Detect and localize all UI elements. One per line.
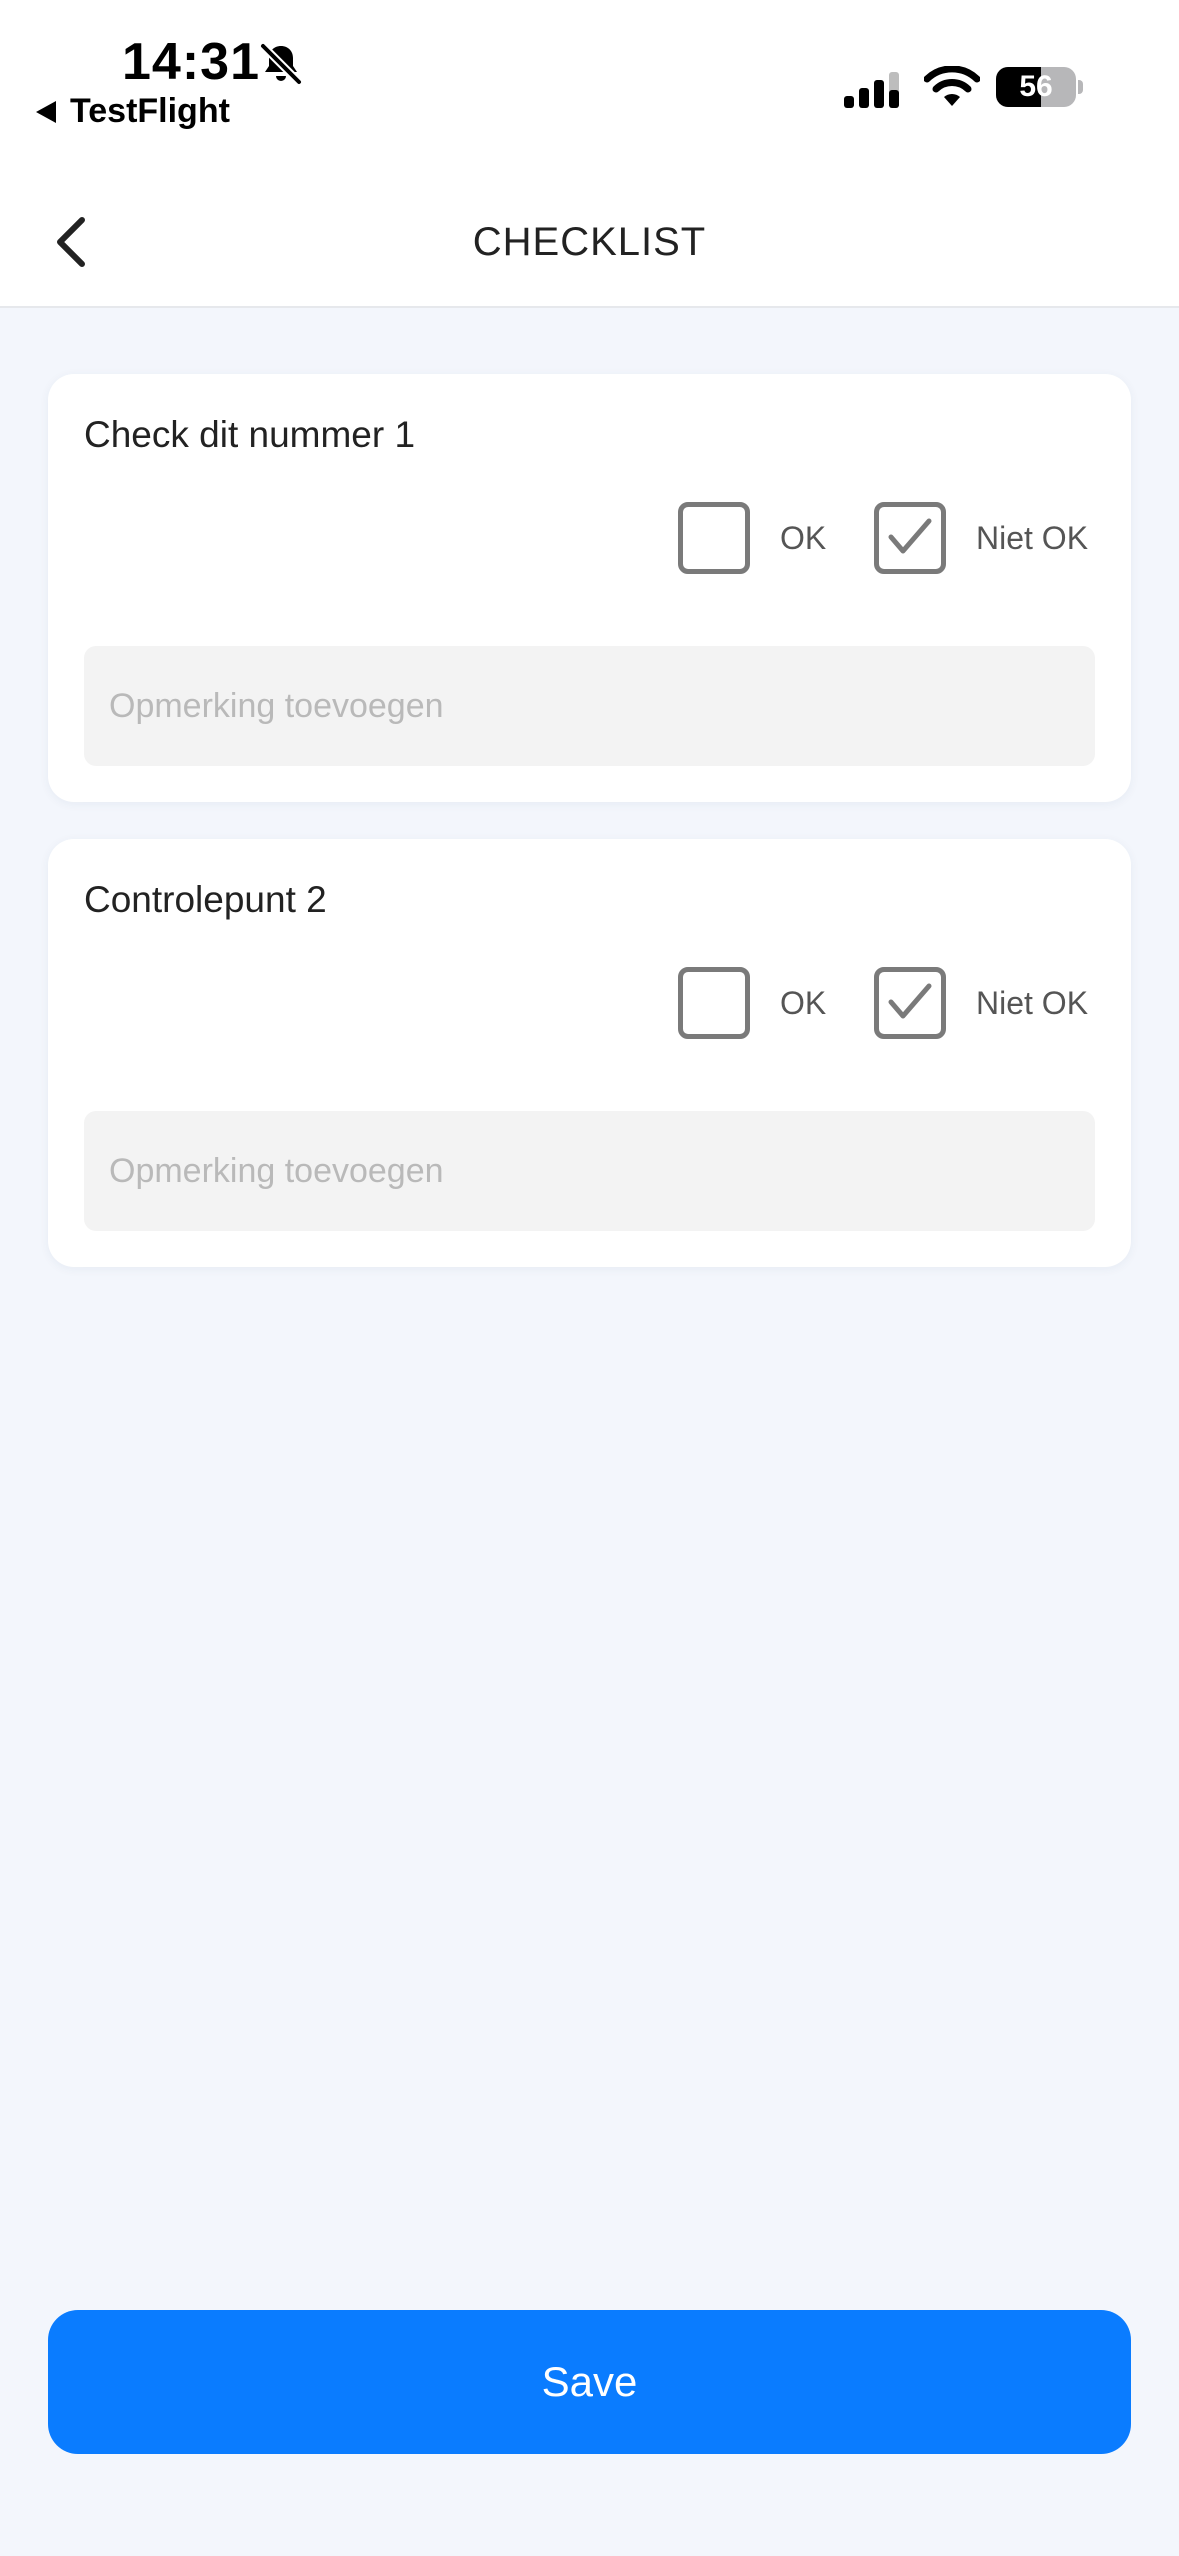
status-bar: 14:31 TestFlight 56 <box>0 0 1179 160</box>
check-icon <box>888 983 932 1019</box>
battery-icon: 56 <box>996 67 1076 107</box>
not-ok-checkbox[interactable] <box>874 502 946 574</box>
ok-label: OK <box>780 984 827 1021</box>
ok-label: OK <box>780 519 827 556</box>
checklist-item-title: Controlepunt 2 <box>84 879 327 920</box>
ok-option[interactable]: OK <box>678 502 826 574</box>
not-ok-label: Niet OK <box>976 984 1089 1021</box>
bell-slash-icon <box>259 42 303 86</box>
ok-checkbox[interactable] <box>678 502 750 574</box>
remark-input[interactable] <box>84 646 1095 766</box>
ok-checkbox[interactable] <box>678 967 750 1039</box>
not-ok-option[interactable]: Niet OK <box>874 502 1088 574</box>
page-title: CHECKLIST <box>472 220 707 264</box>
checklist-item-1: Check dit nummer 1 OK Niet OK <box>48 374 1131 802</box>
checklist-item-2: Controlepunt 2 OK Niet OK <box>48 839 1131 1267</box>
not-ok-checkbox[interactable] <box>874 967 946 1039</box>
back-to-testflight[interactable]: TestFlight <box>36 92 230 131</box>
nav-bar: CHECKLIST <box>0 160 1179 308</box>
not-ok-option[interactable]: Niet OK <box>874 967 1088 1039</box>
battery-cap <box>1078 80 1083 94</box>
remark-input[interactable] <box>84 1111 1095 1231</box>
battery-percent: 56 <box>1019 70 1053 103</box>
checklist-item-title: Check dit nummer 1 <box>84 414 416 455</box>
cellular-signal-icon <box>844 72 899 108</box>
not-ok-label: Niet OK <box>976 519 1089 556</box>
save-button[interactable]: Save <box>48 2310 1131 2454</box>
wifi-icon <box>924 66 980 106</box>
status-time: 14:31 <box>122 33 260 91</box>
back-app-label: TestFlight <box>70 92 230 130</box>
check-icon <box>888 518 932 554</box>
back-triangle-icon <box>36 100 56 123</box>
ok-option[interactable]: OK <box>678 967 826 1039</box>
